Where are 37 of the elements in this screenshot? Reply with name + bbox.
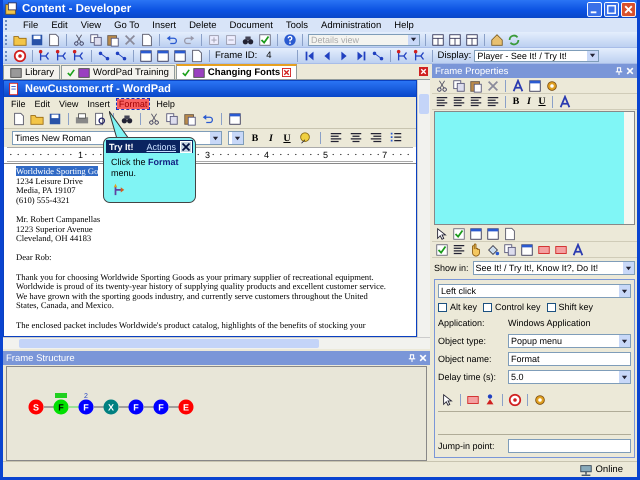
document-text-line: Cleveland, OH 44183 [16,233,92,244]
field-value: Windows Application [508,318,591,328]
checkbox-label: Alt key [450,302,478,312]
ruler-number: 3 [204,150,212,160]
document-text-line: Media, PA 19107 [16,185,76,196]
frame-id-label: Frame ID: [215,50,258,61]
frame-id-value: 4 [266,50,272,61]
checkbox-label: Control key [495,302,541,312]
field-label: Delay time (s): [438,372,498,382]
field-label: Jump-in point: [438,441,496,451]
ruler-number: 1 [77,150,84,160]
field-label: Object name: [438,354,493,364]
status-text: Online [596,464,623,475]
wordpad-title: NewCustomer.rtf - WordPad [25,83,171,95]
ruler-number: 5 [322,150,330,160]
checkbox-label: Shift key [558,302,594,312]
document-text-line: 1234 Leisure Drive [16,176,83,186]
callout-title: Try It! [109,142,135,152]
document-text-line: 1223 Superior Avenue [16,224,93,234]
document-text-line: States, Canada, and Mexico. [16,300,114,310]
document-text-line: (610) 555-4321 [16,194,70,205]
panel-title: Frame Structure [6,352,75,364]
window-title: Content - Developer [22,3,132,15]
field-label: Object type: [438,336,488,346]
callout-text: Click the Format menu. [110,156,180,179]
document-text-line: We have grown with the sporting goods industry, and currently serve customers throughout the United [16,290,368,301]
field-label: Application: [438,318,486,328]
display-label: Display: [438,50,472,61]
ruler-number: 4 [263,150,270,160]
document-text-line: The enclosed packet includes Worldwide's product catalog, highlights of the benefits of stocking your [16,320,366,330]
panel-title: Frame Properties [435,66,508,76]
show-in-label: Show in: [434,263,469,273]
document-text-line: Dear Rob: [16,252,52,262]
document-text-line: Worldwide is proud of its twenty-year history of supplying quality products and excellent customer service. [16,281,386,292]
ruler-number: 7 [381,150,388,160]
document-text-line: Thank you for choosing Worldwide Sporting Goods as your primary supplier of recreational equipment. [16,272,374,282]
document-text-line: Mr. Robert Campanellas [16,214,100,224]
